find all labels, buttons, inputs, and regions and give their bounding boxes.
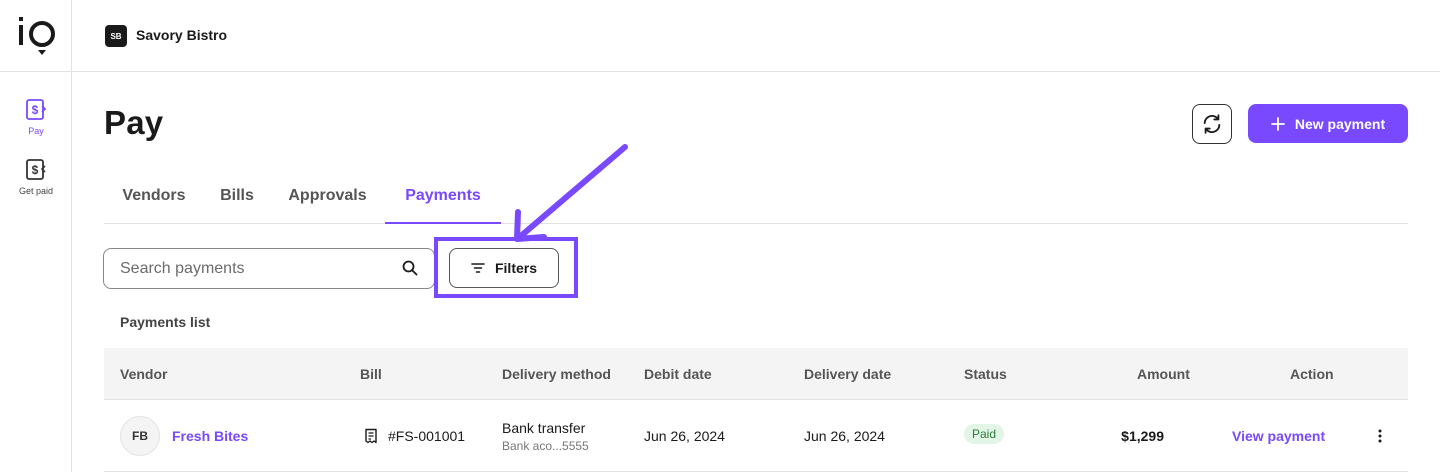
- search-box: [103, 248, 435, 289]
- svg-text:$: $: [32, 163, 39, 177]
- filters-label: Filters: [494, 260, 537, 276]
- sidebar-item-label: Pay: [28, 126, 44, 136]
- view-payment-link[interactable]: View payment: [1232, 428, 1325, 444]
- annotation-arrow: [514, 144, 628, 242]
- payments-list-title: Payments list: [120, 314, 211, 330]
- svg-text:$: $: [32, 103, 39, 117]
- table-header: Vendor Bill Delivery method Debit date D…: [104, 348, 1408, 400]
- column-header-bill[interactable]: Bill: [360, 366, 382, 382]
- delivery-method-detail: Bank aco...5555: [502, 439, 589, 453]
- more-options-icon[interactable]: [1370, 426, 1390, 446]
- column-header-vendor[interactable]: Vendor: [120, 366, 167, 382]
- sidebar: $ Pay $ Get paid: [0, 0, 72, 472]
- search-icon[interactable]: [402, 260, 418, 276]
- org-name[interactable]: Savory Bistro: [136, 27, 227, 43]
- amount: $1,299: [1121, 428, 1164, 444]
- delivery-method: Bank transfer: [502, 420, 586, 436]
- column-header-action: Action: [1290, 366, 1334, 382]
- dollar-document-icon: $: [26, 99, 47, 120]
- sidebar-item-get-paid[interactable]: $ Get paid: [0, 158, 72, 196]
- tab-vendors[interactable]: Vendors: [104, 176, 204, 224]
- sidebar-item-label: Get paid: [18, 186, 54, 196]
- bill-icon: [365, 428, 377, 444]
- org-badge[interactable]: SB: [105, 25, 127, 47]
- column-header-status[interactable]: Status: [964, 366, 1007, 382]
- column-header-amount[interactable]: Amount: [1137, 366, 1190, 382]
- io-logo[interactable]: [18, 14, 56, 58]
- table-row[interactable]: FB Fresh Bites #FS-001001 Bank transfer …: [104, 400, 1408, 472]
- vendor-avatar: FB: [120, 416, 160, 456]
- refresh-button[interactable]: [1192, 104, 1232, 144]
- vendor-link[interactable]: Fresh Bites: [172, 428, 248, 444]
- tab-payments[interactable]: Payments: [385, 176, 501, 224]
- new-payment-label: New payment: [1294, 115, 1386, 132]
- page-title: Pay: [104, 104, 164, 141]
- tab-bar: Vendors Bills Approvals Payments: [104, 176, 1408, 224]
- logo-divider: [0, 71, 72, 72]
- top-bar: SB Savory Bistro: [72, 0, 1440, 72]
- new-payment-button[interactable]: New payment: [1248, 104, 1408, 143]
- status-badge: Paid: [964, 424, 1005, 444]
- column-header-debit-date[interactable]: Debit date: [644, 366, 712, 382]
- plus-icon: [1270, 116, 1285, 131]
- column-header-delivery-method[interactable]: Delivery method: [502, 366, 611, 382]
- column-header-delivery-date[interactable]: Delivery date: [804, 366, 891, 382]
- filter-icon: [471, 263, 485, 273]
- debit-date: Jun 26, 2024: [644, 428, 725, 444]
- filters-button[interactable]: Filters: [449, 248, 559, 288]
- delivery-date: Jun 26, 2024: [804, 428, 885, 444]
- bill-number: #FS-001001: [388, 428, 466, 444]
- search-input[interactable]: [120, 258, 390, 280]
- refresh-icon: [1203, 114, 1221, 134]
- sidebar-item-pay[interactable]: $ Pay: [0, 98, 72, 136]
- tab-approvals[interactable]: Approvals: [270, 176, 385, 224]
- tab-bills[interactable]: Bills: [204, 176, 270, 224]
- dollar-document-icon: $: [26, 159, 46, 180]
